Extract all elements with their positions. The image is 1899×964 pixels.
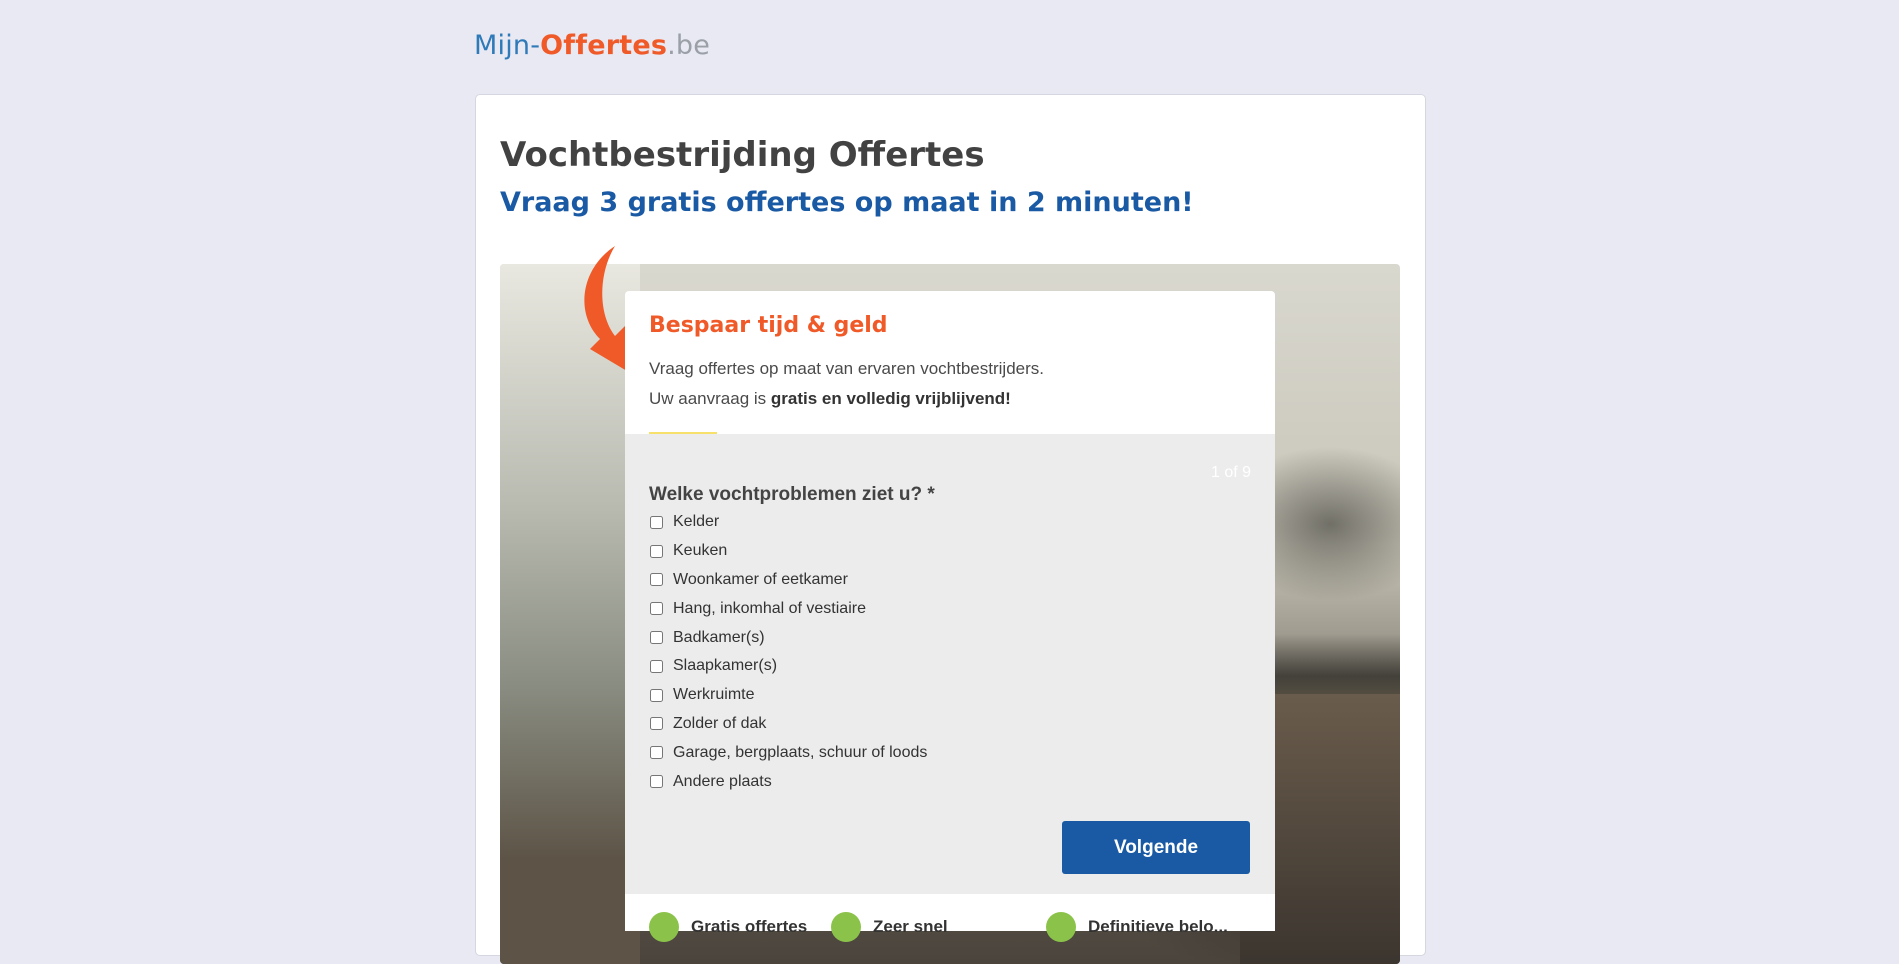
next-button[interactable]: Volgende bbox=[1062, 821, 1250, 874]
site-logo[interactable]: Mijn-Offertes.be bbox=[474, 30, 710, 61]
form-intro-prefix: Uw aanvraag is bbox=[649, 389, 771, 408]
quote-form: Bespaar tijd & geld Vraag offertes op ma… bbox=[625, 291, 1275, 942]
checkbox[interactable] bbox=[650, 717, 663, 731]
option-kelder[interactable]: Kelder bbox=[649, 508, 927, 537]
form-intro: Vraag offertes op maat van ervaren vocht… bbox=[649, 354, 1251, 414]
option-badkamer[interactable]: Badkamer(s) bbox=[649, 623, 927, 652]
question-label: Welke vochtproblemen ziet u? * bbox=[649, 484, 935, 505]
page-subtitle: Vraag 3 gratis offertes op maat in 2 min… bbox=[500, 187, 1194, 218]
option-label: Slaapkamer(s) bbox=[673, 657, 778, 675]
logo-part-mijn: Mijn- bbox=[474, 30, 541, 61]
option-slaapkamer[interactable]: Slaapkamer(s) bbox=[649, 652, 927, 681]
option-label: Hang, inkomhal of vestiaire bbox=[673, 599, 866, 617]
option-label: Werkruimte bbox=[673, 686, 755, 704]
option-garage[interactable]: Garage, bergplaats, schuur of loods bbox=[649, 738, 927, 767]
form-intro-bold: gratis en volledig vrijblijvend! bbox=[770, 389, 1011, 408]
option-werkruimte[interactable]: Werkruimte bbox=[649, 681, 927, 710]
check-icon bbox=[1046, 912, 1076, 942]
option-andere[interactable]: Andere plaats bbox=[649, 767, 927, 796]
form-header: Bespaar tijd & geld Vraag offertes op ma… bbox=[625, 291, 1275, 434]
checkbox[interactable] bbox=[650, 602, 663, 616]
logo-part-offertes: Offertes bbox=[540, 30, 668, 61]
checkbox[interactable] bbox=[650, 746, 663, 760]
option-zolder[interactable]: Zolder of dak bbox=[649, 710, 927, 739]
option-woonkamer[interactable]: Woonkamer of eetkamer bbox=[649, 566, 927, 595]
badge-label: Definitieve belo... bbox=[1088, 917, 1228, 936]
form-intro-line2: Uw aanvraag is gratis en volledig vrijbl… bbox=[649, 384, 1251, 414]
checkbox[interactable] bbox=[650, 659, 663, 673]
option-label: Zolder of dak bbox=[673, 714, 767, 732]
check-icon bbox=[649, 912, 679, 942]
option-label: Andere plaats bbox=[673, 772, 772, 790]
badge-label: Gratis offertes bbox=[691, 917, 808, 936]
logo-part-be: .be bbox=[667, 30, 711, 61]
checkbox[interactable] bbox=[650, 775, 663, 789]
checkbox[interactable] bbox=[650, 631, 663, 645]
checkbox[interactable] bbox=[650, 515, 663, 529]
check-icon bbox=[831, 912, 861, 942]
checkbox[interactable] bbox=[650, 573, 663, 587]
option-label: Badkamer(s) bbox=[673, 628, 765, 646]
trust-badges: Gratis offertes Zeer snel Definitieve be… bbox=[625, 894, 1275, 942]
option-label: Woonkamer of eetkamer bbox=[673, 570, 848, 588]
option-label: Garage, bergplaats, schuur of loods bbox=[673, 743, 928, 761]
step-indicator: 1 of 9 bbox=[1210, 464, 1251, 481]
badge-final: Definitieve belo... bbox=[1046, 912, 1228, 942]
option-keuken[interactable]: Keuken bbox=[649, 537, 927, 566]
checkbox[interactable] bbox=[650, 688, 663, 702]
form-intro-line1: Vraag offertes op maat van ervaren vocht… bbox=[649, 359, 1044, 378]
form-heading: Bespaar tijd & geld bbox=[649, 313, 888, 338]
badge-label: Zeer snel bbox=[873, 917, 948, 936]
option-label: Keuken bbox=[673, 542, 728, 560]
badge-fast: Zeer snel bbox=[831, 912, 948, 942]
checkbox[interactable] bbox=[650, 544, 663, 558]
page-title: Vochtbestrijding Offertes bbox=[500, 135, 985, 175]
option-hang[interactable]: Hang, inkomhal of vestiaire bbox=[649, 594, 927, 623]
option-label: Kelder bbox=[673, 513, 720, 531]
options-list: Kelder Keuken Woonkamer of eetkamer Hang… bbox=[649, 508, 927, 796]
form-step-body: 1 of 9 Welke vochtproblemen ziet u? * Ke… bbox=[625, 434, 1275, 894]
badge-free: Gratis offertes bbox=[649, 912, 807, 942]
